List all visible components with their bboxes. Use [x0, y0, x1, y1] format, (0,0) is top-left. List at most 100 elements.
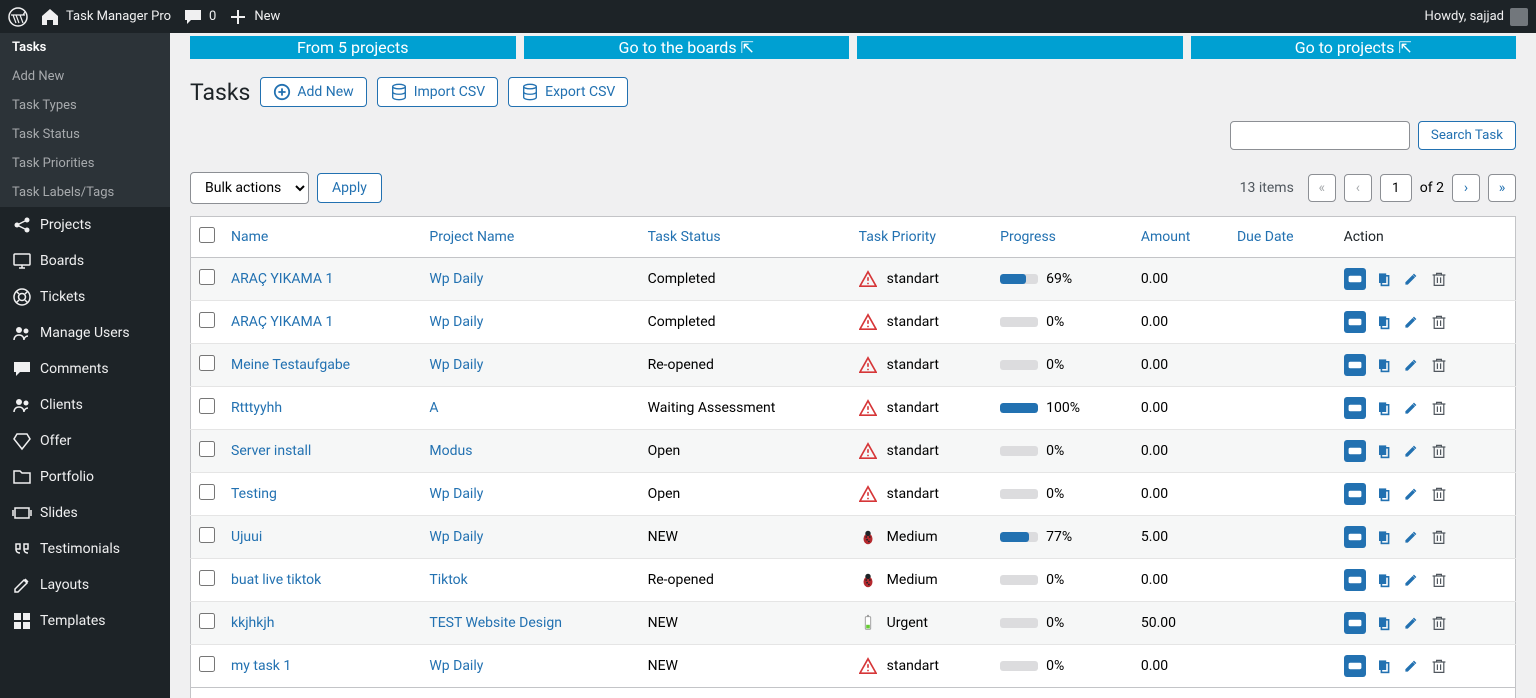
row-checkbox[interactable] — [199, 613, 215, 629]
footer-project[interactable]: Project Name — [421, 688, 639, 698]
edit-action[interactable] — [1400, 440, 1422, 462]
comments-link[interactable]: 0 — [183, 7, 216, 27]
pagination-last[interactable]: » — [1488, 174, 1516, 202]
edit-action[interactable] — [1400, 397, 1422, 419]
edit-action[interactable] — [1400, 526, 1422, 548]
apply-button[interactable]: Apply — [317, 173, 382, 203]
sidebar-testimonials[interactable]: Testimonials — [0, 531, 170, 567]
submenu-task-priorities[interactable]: Task Priorities — [0, 149, 170, 178]
view-action[interactable] — [1344, 311, 1366, 333]
search-input[interactable] — [1230, 121, 1410, 150]
view-action[interactable] — [1344, 397, 1366, 419]
row-checkbox[interactable] — [199, 269, 215, 285]
edit-action[interactable] — [1400, 311, 1422, 333]
submenu-tasks[interactable]: Tasks — [0, 33, 170, 62]
user-menu[interactable]: Howdy, sajjad — [1425, 8, 1528, 26]
edit-action[interactable] — [1400, 483, 1422, 505]
sidebar-slides[interactable]: Slides — [0, 495, 170, 531]
footer-name[interactable]: Name — [223, 688, 421, 698]
duplicate-action[interactable] — [1372, 311, 1394, 333]
duplicate-action[interactable] — [1372, 440, 1394, 462]
add-new-button[interactable]: Add New — [260, 77, 366, 107]
top-btn-projects[interactable]: From 5 projects — [190, 36, 516, 59]
row-checkbox[interactable] — [199, 398, 215, 414]
row-checkbox[interactable] — [199, 312, 215, 328]
task-name-link[interactable]: ARAÇ YIKAMA 1 — [231, 314, 333, 330]
duplicate-action[interactable] — [1372, 569, 1394, 591]
project-link[interactable]: Wp Daily — [429, 486, 483, 502]
sidebar-manage-users[interactable]: Manage Users — [0, 315, 170, 351]
view-action[interactable] — [1344, 612, 1366, 634]
view-action[interactable] — [1344, 569, 1366, 591]
row-checkbox[interactable] — [199, 527, 215, 543]
task-name-link[interactable]: ARAÇ YIKAMA 1 — [231, 271, 333, 287]
delete-action[interactable] — [1428, 483, 1450, 505]
search-task-button[interactable]: Search Task — [1418, 121, 1516, 150]
pagination-current-input[interactable] — [1380, 174, 1412, 202]
header-name[interactable]: Name — [223, 217, 421, 258]
site-home[interactable]: Task Manager Pro — [40, 7, 171, 27]
task-name-link[interactable]: Meine Testaufgabe — [231, 357, 350, 373]
header-status[interactable]: Task Status — [640, 217, 851, 258]
export-csv-button[interactable]: Export CSV — [508, 77, 628, 107]
delete-action[interactable] — [1428, 569, 1450, 591]
row-checkbox[interactable] — [199, 570, 215, 586]
delete-action[interactable] — [1428, 354, 1450, 376]
bulk-actions-select[interactable]: Bulk actions — [190, 172, 309, 204]
task-name-link[interactable]: kkjhkjh — [231, 615, 274, 631]
project-link[interactable]: Tiktok — [429, 572, 467, 588]
task-name-link[interactable]: Ujuui — [231, 529, 262, 545]
sidebar-tickets[interactable]: Tickets — [0, 279, 170, 315]
duplicate-action[interactable] — [1372, 526, 1394, 548]
new-link[interactable]: New — [228, 7, 280, 27]
delete-action[interactable] — [1428, 440, 1450, 462]
delete-action[interactable] — [1428, 268, 1450, 290]
delete-action[interactable] — [1428, 612, 1450, 634]
sidebar-comments[interactable]: Comments — [0, 351, 170, 387]
header-amount[interactable]: Amount — [1133, 217, 1229, 258]
project-link[interactable]: Modus — [429, 443, 472, 459]
edit-action[interactable] — [1400, 655, 1422, 677]
header-due-date[interactable]: Due Date — [1229, 217, 1336, 258]
footer-status[interactable]: Task Status — [640, 688, 851, 698]
pagination-prev[interactable]: ‹ — [1344, 174, 1372, 202]
view-action[interactable] — [1344, 440, 1366, 462]
header-priority[interactable]: Task Priority — [851, 217, 992, 258]
sidebar-layouts[interactable]: Layouts — [0, 567, 170, 603]
pagination-first[interactable]: « — [1308, 174, 1336, 202]
duplicate-action[interactable] — [1372, 612, 1394, 634]
footer-progress[interactable]: Progress — [992, 688, 1133, 698]
footer-amount[interactable]: Amount — [1133, 688, 1229, 698]
top-btn-goto-projects[interactable]: Go to projects ⇱ — [1191, 36, 1517, 59]
sidebar-portfolio[interactable]: Portfolio — [0, 459, 170, 495]
view-action[interactable] — [1344, 268, 1366, 290]
task-name-link[interactable]: Testing — [231, 486, 277, 502]
duplicate-action[interactable] — [1372, 354, 1394, 376]
submenu-add-new[interactable]: Add New — [0, 62, 170, 91]
submenu-task-status[interactable]: Task Status — [0, 120, 170, 149]
project-link[interactable]: TEST Website Design — [429, 615, 562, 631]
row-checkbox[interactable] — [199, 441, 215, 457]
duplicate-action[interactable] — [1372, 268, 1394, 290]
project-link[interactable]: Wp Daily — [429, 314, 483, 330]
delete-action[interactable] — [1428, 655, 1450, 677]
top-btn-3[interactable] — [857, 36, 1183, 59]
duplicate-action[interactable] — [1372, 397, 1394, 419]
project-link[interactable]: Wp Daily — [429, 271, 483, 287]
sidebar-offer[interactable]: Offer — [0, 423, 170, 459]
row-checkbox[interactable] — [199, 656, 215, 672]
duplicate-action[interactable] — [1372, 655, 1394, 677]
submenu-task-types[interactable]: Task Types — [0, 91, 170, 120]
wp-logo[interactable] — [8, 7, 28, 27]
task-name-link[interactable]: Server install — [231, 443, 311, 459]
submenu-task-labels[interactable]: Task Labels/Tags — [0, 178, 170, 207]
edit-action[interactable] — [1400, 569, 1422, 591]
header-project[interactable]: Project Name — [421, 217, 639, 258]
task-name-link[interactable]: Rtttyyhh — [231, 400, 282, 416]
view-action[interactable] — [1344, 526, 1366, 548]
view-action[interactable] — [1344, 483, 1366, 505]
footer-due-date[interactable]: Due Date — [1229, 688, 1336, 698]
view-action[interactable] — [1344, 354, 1366, 376]
sidebar-clients[interactable]: Clients — [0, 387, 170, 423]
row-checkbox[interactable] — [199, 484, 215, 500]
